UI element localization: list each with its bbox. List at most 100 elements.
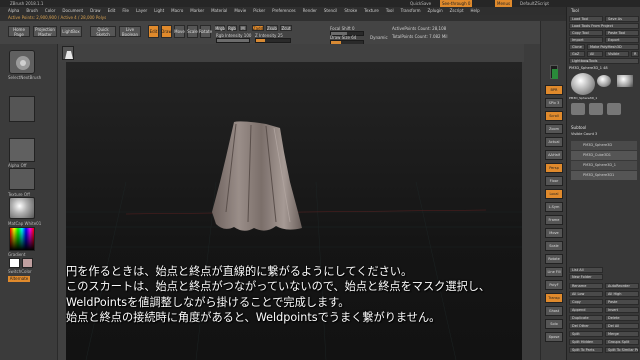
edit-button[interactable]: Edit [148,25,159,38]
subtool-action-button[interactable]: Split To Parts [569,347,603,353]
visible-button[interactable]: Visible [605,51,629,57]
rgb-intensity-slider[interactable] [216,38,250,43]
viewport-button[interactable]: Ghost [545,306,563,316]
viewport-button[interactable]: Persp [545,163,563,173]
export-button[interactable]: Export [605,37,639,43]
material-thumbnail[interactable] [9,197,35,219]
subtool-action-button[interactable]: AutoReorder [605,283,639,289]
texture-thumbnail[interactable] [9,168,35,190]
eraser-brush-thumbnail[interactable] [607,103,621,115]
menu-item[interactable]: Macro [171,8,183,13]
zadd-button[interactable]: Zadd [252,25,264,31]
viewport-button[interactable]: Scale [545,241,563,251]
m-button[interactable]: M [239,25,247,31]
switch-color-button[interactable]: SwitchColor [8,269,32,274]
clone-button[interactable]: Clone [569,44,585,50]
menu-item[interactable]: Help [471,8,480,13]
navigation-gyro-icon[interactable] [550,65,558,79]
z-intensity-slider[interactable] [255,38,291,43]
list-all-button[interactable]: List All [569,267,603,273]
draw-button[interactable]: Draw [161,25,172,38]
polymesh-thumbnail[interactable] [617,75,633,87]
viewport-button[interactable]: Move [545,228,563,238]
lightbox-button[interactable]: LightBox [60,26,82,37]
projection-master-button[interactable]: Projection Master [33,26,57,37]
seethrough-slider[interactable]: See-through 0 [440,0,473,7]
load-tool-button[interactable]: Load Tool [569,16,603,22]
scale-button[interactable]: Scale [187,25,198,38]
subtool-row[interactable]: PM3D_Sphere3D1 [571,171,637,180]
alpha-brush-thumbnail[interactable] [589,103,603,115]
dynamic-button[interactable]: Dynamic [370,35,388,40]
cylinder-thumbnail[interactable] [597,75,611,87]
color-picker[interactable] [9,227,35,251]
lightbox-tools-button[interactable]: Lightbox▸Tools [569,58,639,64]
menu-item[interactable]: Material [211,8,227,13]
subtool-action-button[interactable]: Split Hidden [569,339,603,345]
viewport-button[interactable]: Transp [545,293,563,303]
viewport-button[interactable]: Rotate [545,254,563,264]
viewport-button[interactable]: Xpose [545,332,563,342]
gradient-toggle[interactable]: Gradient [8,252,25,257]
menu-item[interactable]: Zscript [450,8,464,13]
menu-item[interactable]: Stencil [324,8,338,13]
menu-item[interactable]: Tool [386,8,394,13]
current-tool-thumbnail[interactable] [571,73,595,95]
menu-item[interactable]: Stroke [344,8,357,13]
menu-item[interactable]: Texture [364,8,379,13]
menu-item[interactable]: Edit [108,8,116,13]
menu-item[interactable]: Layer [136,8,147,13]
rgb-button[interactable]: Rgb [227,25,237,31]
menu-item[interactable]: Marker [190,8,204,13]
viewport-button[interactable]: Floor [545,176,563,186]
subtool-row[interactable]: PM3D_Sphere3D_1 [571,161,637,170]
menu-item[interactable]: Draw [90,8,100,13]
viewport-button[interactable]: Scroll [545,111,563,121]
viewport-button[interactable]: L.Sym [545,202,563,212]
alpha-thumbnail[interactable] [9,138,35,162]
viewport-button[interactable]: AAHalf [545,150,563,160]
viewport-button[interactable]: BPR [545,85,563,95]
mrgb-button[interactable]: Mrgb [215,25,225,31]
goz-button[interactable]: GoZ [569,51,585,57]
subtool-action-button[interactable]: Split [569,331,603,337]
default-zscript-button[interactable]: DefaultZScript [520,0,549,7]
viewport-button[interactable]: Solo [545,319,563,329]
subtool-action-button[interactable]: All High [605,291,639,297]
subtool-action-button[interactable]: Groups Split [605,339,639,345]
home-page-button[interactable]: Home Page [8,26,30,37]
subtool-action-button[interactable]: Del Other [569,323,603,329]
menu-item[interactable]: Alpha [8,8,19,13]
make-polymesh-button[interactable]: Make PolyMesh3D [587,44,639,50]
subtool-row[interactable]: PM3D_Cube3D1 [571,151,637,160]
subtool-action-button[interactable]: Del All [605,323,639,329]
menu-item[interactable]: Movie [234,8,246,13]
viewport-button[interactable]: Line Fill [545,267,563,277]
visible-count-slider[interactable]: Visible Count 3 [571,131,597,137]
simple-brush-thumbnail[interactable] [571,103,585,115]
viewport-button[interactable]: Local [545,189,563,199]
viewport-button[interactable]: SPix 3 [545,98,563,108]
subtool-action-button[interactable]: Insert [605,307,639,313]
alternate-button[interactable]: Alternate [8,276,30,282]
zsub-button[interactable]: Zsub [266,25,278,31]
skirt-mesh[interactable] [212,121,302,231]
menu-item[interactable]: Document [62,8,83,13]
menu-item[interactable]: Brush [26,8,38,13]
subtool-action-button[interactable]: Split To Similar Parts [605,347,639,353]
viewport-button[interactable]: Actual [545,137,563,147]
move-button[interactable]: Move [174,25,185,38]
subtool-action-button[interactable]: Paste [605,299,639,305]
menu-item[interactable]: Light [154,8,164,13]
subtool-action-button[interactable]: All Low [569,291,603,297]
menu-item[interactable]: Transform [401,8,421,13]
menu-item[interactable]: Picker [253,8,265,13]
menus-button[interactable]: Menus [495,0,513,7]
menu-item[interactable]: Color [45,8,55,13]
brush-thumbnail[interactable] [9,50,35,74]
main-color-swatch[interactable] [9,258,20,268]
paste-tool-button[interactable]: Paste Tool [605,30,639,36]
subtool-action-button[interactable]: Copy [569,299,603,305]
subtool-row[interactable]: PM3D_Sphere3D [571,141,637,150]
subtool-action-button[interactable]: Rename [569,283,603,289]
